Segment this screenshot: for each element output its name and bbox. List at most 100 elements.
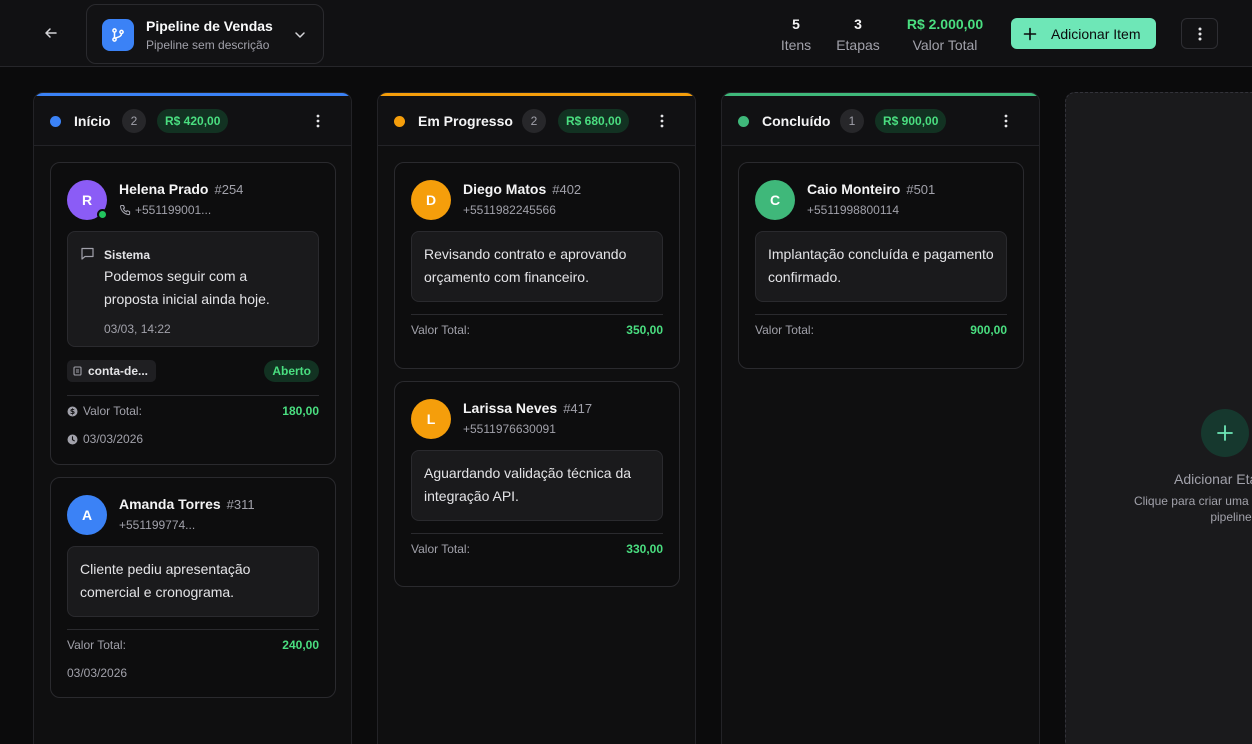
plus-icon [1023, 27, 1037, 40]
contact-phone: +551199001... [119, 203, 211, 217]
contact-name: Amanda Torres #311 [119, 496, 255, 512]
add-stage-title: Adicionar Etapa [1174, 471, 1252, 487]
contact-id: #501 [906, 182, 936, 197]
total-label: $ Valor Total: [67, 404, 142, 418]
top-bar: Pipeline de Vendas Pipeline sem descriçã… [0, 0, 1252, 67]
deal-card[interactable]: L Larissa Neves #417 +5511976630091 Aguar… [394, 381, 680, 587]
account-icon [73, 366, 82, 376]
last-message: Sistema Podemos seguir com a proposta in… [67, 231, 319, 347]
contact-phone: +5511998800114 [807, 203, 899, 217]
contact-id: #402 [552, 182, 582, 197]
stat-total-amount: R$ 2.000,00 [906, 16, 984, 32]
card-divider [67, 395, 319, 396]
stat-stages-label: Etapas [836, 37, 880, 53]
total-label: Valor Total: [67, 638, 126, 652]
status-badge: Aberto [264, 360, 319, 382]
card-date: 03/03/2026 [67, 666, 128, 680]
total-value: 350,00 [626, 323, 663, 337]
deal-card[interactable]: R Helena Prado #254 +551199001... Sistema… [50, 162, 336, 465]
add-stage-column[interactable]: Adicionar Etapa Clique para criar uma no… [1065, 92, 1252, 744]
more-vertical-icon [1004, 114, 1008, 128]
avatar: C [755, 180, 795, 220]
column-dot [738, 116, 749, 127]
add-stage-button[interactable] [1201, 409, 1249, 457]
deal-card[interactable]: D Diego Matos #402 +5511982245566 Revisan… [394, 162, 680, 369]
avatar: A [67, 495, 107, 535]
contact-name: Diego Matos #402 [463, 181, 582, 197]
total-value: 240,00 [282, 638, 319, 652]
card-divider [755, 314, 1007, 315]
stat-items: 5 Itens [778, 15, 814, 55]
stat-stages: 3 Etapas [832, 15, 884, 55]
column-count: 2 [522, 109, 546, 133]
stat-total-label: Valor Total [912, 37, 978, 53]
message-text: Podemos seguir com a proposta inicial ai… [104, 268, 270, 307]
plus-icon [1217, 425, 1233, 441]
column-dot [50, 116, 61, 127]
deal-card[interactable]: A Amanda Torres #311 +551199774... Client… [50, 477, 336, 698]
stat-items-label: Itens [780, 37, 812, 53]
column-menu-button[interactable] [652, 111, 672, 131]
add-stage-description: Clique para criar uma nova etapa no pipe… [1133, 494, 1252, 524]
column-concluido: Concluído 1 R$ 900,00 C Caio Monteiro #50… [721, 92, 1040, 744]
svg-text:$: $ [70, 407, 75, 416]
pipeline-name: Pipeline de Vendas [146, 18, 273, 34]
online-indicator [97, 209, 108, 220]
clock-icon [67, 434, 78, 444]
contact-phone: +5511982245566 [463, 203, 556, 217]
column-title: Início [74, 113, 111, 129]
contact-id: #254 [214, 182, 244, 197]
column-count: 1 [840, 109, 864, 133]
phone-icon [119, 204, 131, 216]
contact-id: #417 [563, 401, 593, 416]
avatar: L [411, 399, 451, 439]
total-label: Valor Total: [411, 542, 470, 556]
more-options-button[interactable] [1181, 18, 1218, 49]
column-em-progresso: Em Progresso 2 R$ 680,00 D Diego Matos #4… [377, 92, 696, 744]
arrow-left-icon [45, 28, 57, 38]
card-divider [67, 629, 319, 630]
card-note: Implantação concluída e pagamento confir… [755, 231, 1007, 302]
card-note: Cliente pediu apresentação comercial e c… [67, 546, 319, 617]
column-total: R$ 420,00 [157, 109, 229, 133]
account-tag[interactable]: conta-de... [67, 360, 157, 382]
git-branch-icon [102, 19, 134, 51]
add-item-button[interactable]: Adicionar Item [1011, 18, 1156, 49]
pipeline-selector[interactable]: Pipeline de Vendas Pipeline sem descriçã… [86, 4, 324, 64]
contact-name: Larissa Neves #417 [463, 400, 593, 416]
contact-phone: +5511976630091 [463, 422, 556, 436]
message-time: 03/03, 14:22 [104, 322, 171, 336]
dollar-circle-icon: $ [67, 406, 78, 416]
deal-card[interactable]: C Caio Monteiro #501 +5511998800114 Impla… [738, 162, 1024, 369]
card-note: Revisando contrato e aprovando orçamento… [411, 231, 663, 302]
more-vertical-icon [660, 114, 664, 128]
card-date: 03/03/2026 [67, 432, 143, 446]
back-button[interactable] [36, 18, 66, 48]
column-menu-button[interactable] [996, 111, 1016, 131]
avatar: D [411, 180, 451, 220]
column-header: Início 2 R$ 420,00 [34, 96, 351, 146]
column-menu-button[interactable] [308, 111, 328, 131]
chevron-down-icon [295, 32, 305, 38]
contact-phone: +551199774... [119, 518, 196, 532]
total-value: 180,00 [282, 404, 319, 418]
stat-stages-value: 3 [854, 16, 862, 32]
column-header: Em Progresso 2 R$ 680,00 [378, 96, 695, 146]
card-note: Aguardando validação técnica da integraç… [411, 450, 663, 521]
pipeline-description: Pipeline sem descrição [146, 38, 270, 52]
column-total: R$ 900,00 [875, 109, 947, 133]
column-title: Em Progresso [418, 113, 513, 129]
card-divider [411, 533, 663, 534]
more-vertical-icon [1198, 27, 1201, 40]
total-value: 330,00 [626, 542, 663, 556]
message-square-icon [81, 247, 94, 260]
more-vertical-icon [316, 114, 320, 128]
column-dot [394, 116, 405, 127]
total-value: 900,00 [970, 323, 1007, 337]
add-item-label: Adicionar Item [1051, 25, 1141, 42]
contact-id: #311 [226, 497, 255, 512]
contact-name: Helena Prado #254 [119, 181, 244, 197]
column-header: Concluído 1 R$ 900,00 [722, 96, 1039, 146]
column-total: R$ 680,00 [558, 109, 630, 133]
column-title: Concluído [762, 113, 831, 129]
